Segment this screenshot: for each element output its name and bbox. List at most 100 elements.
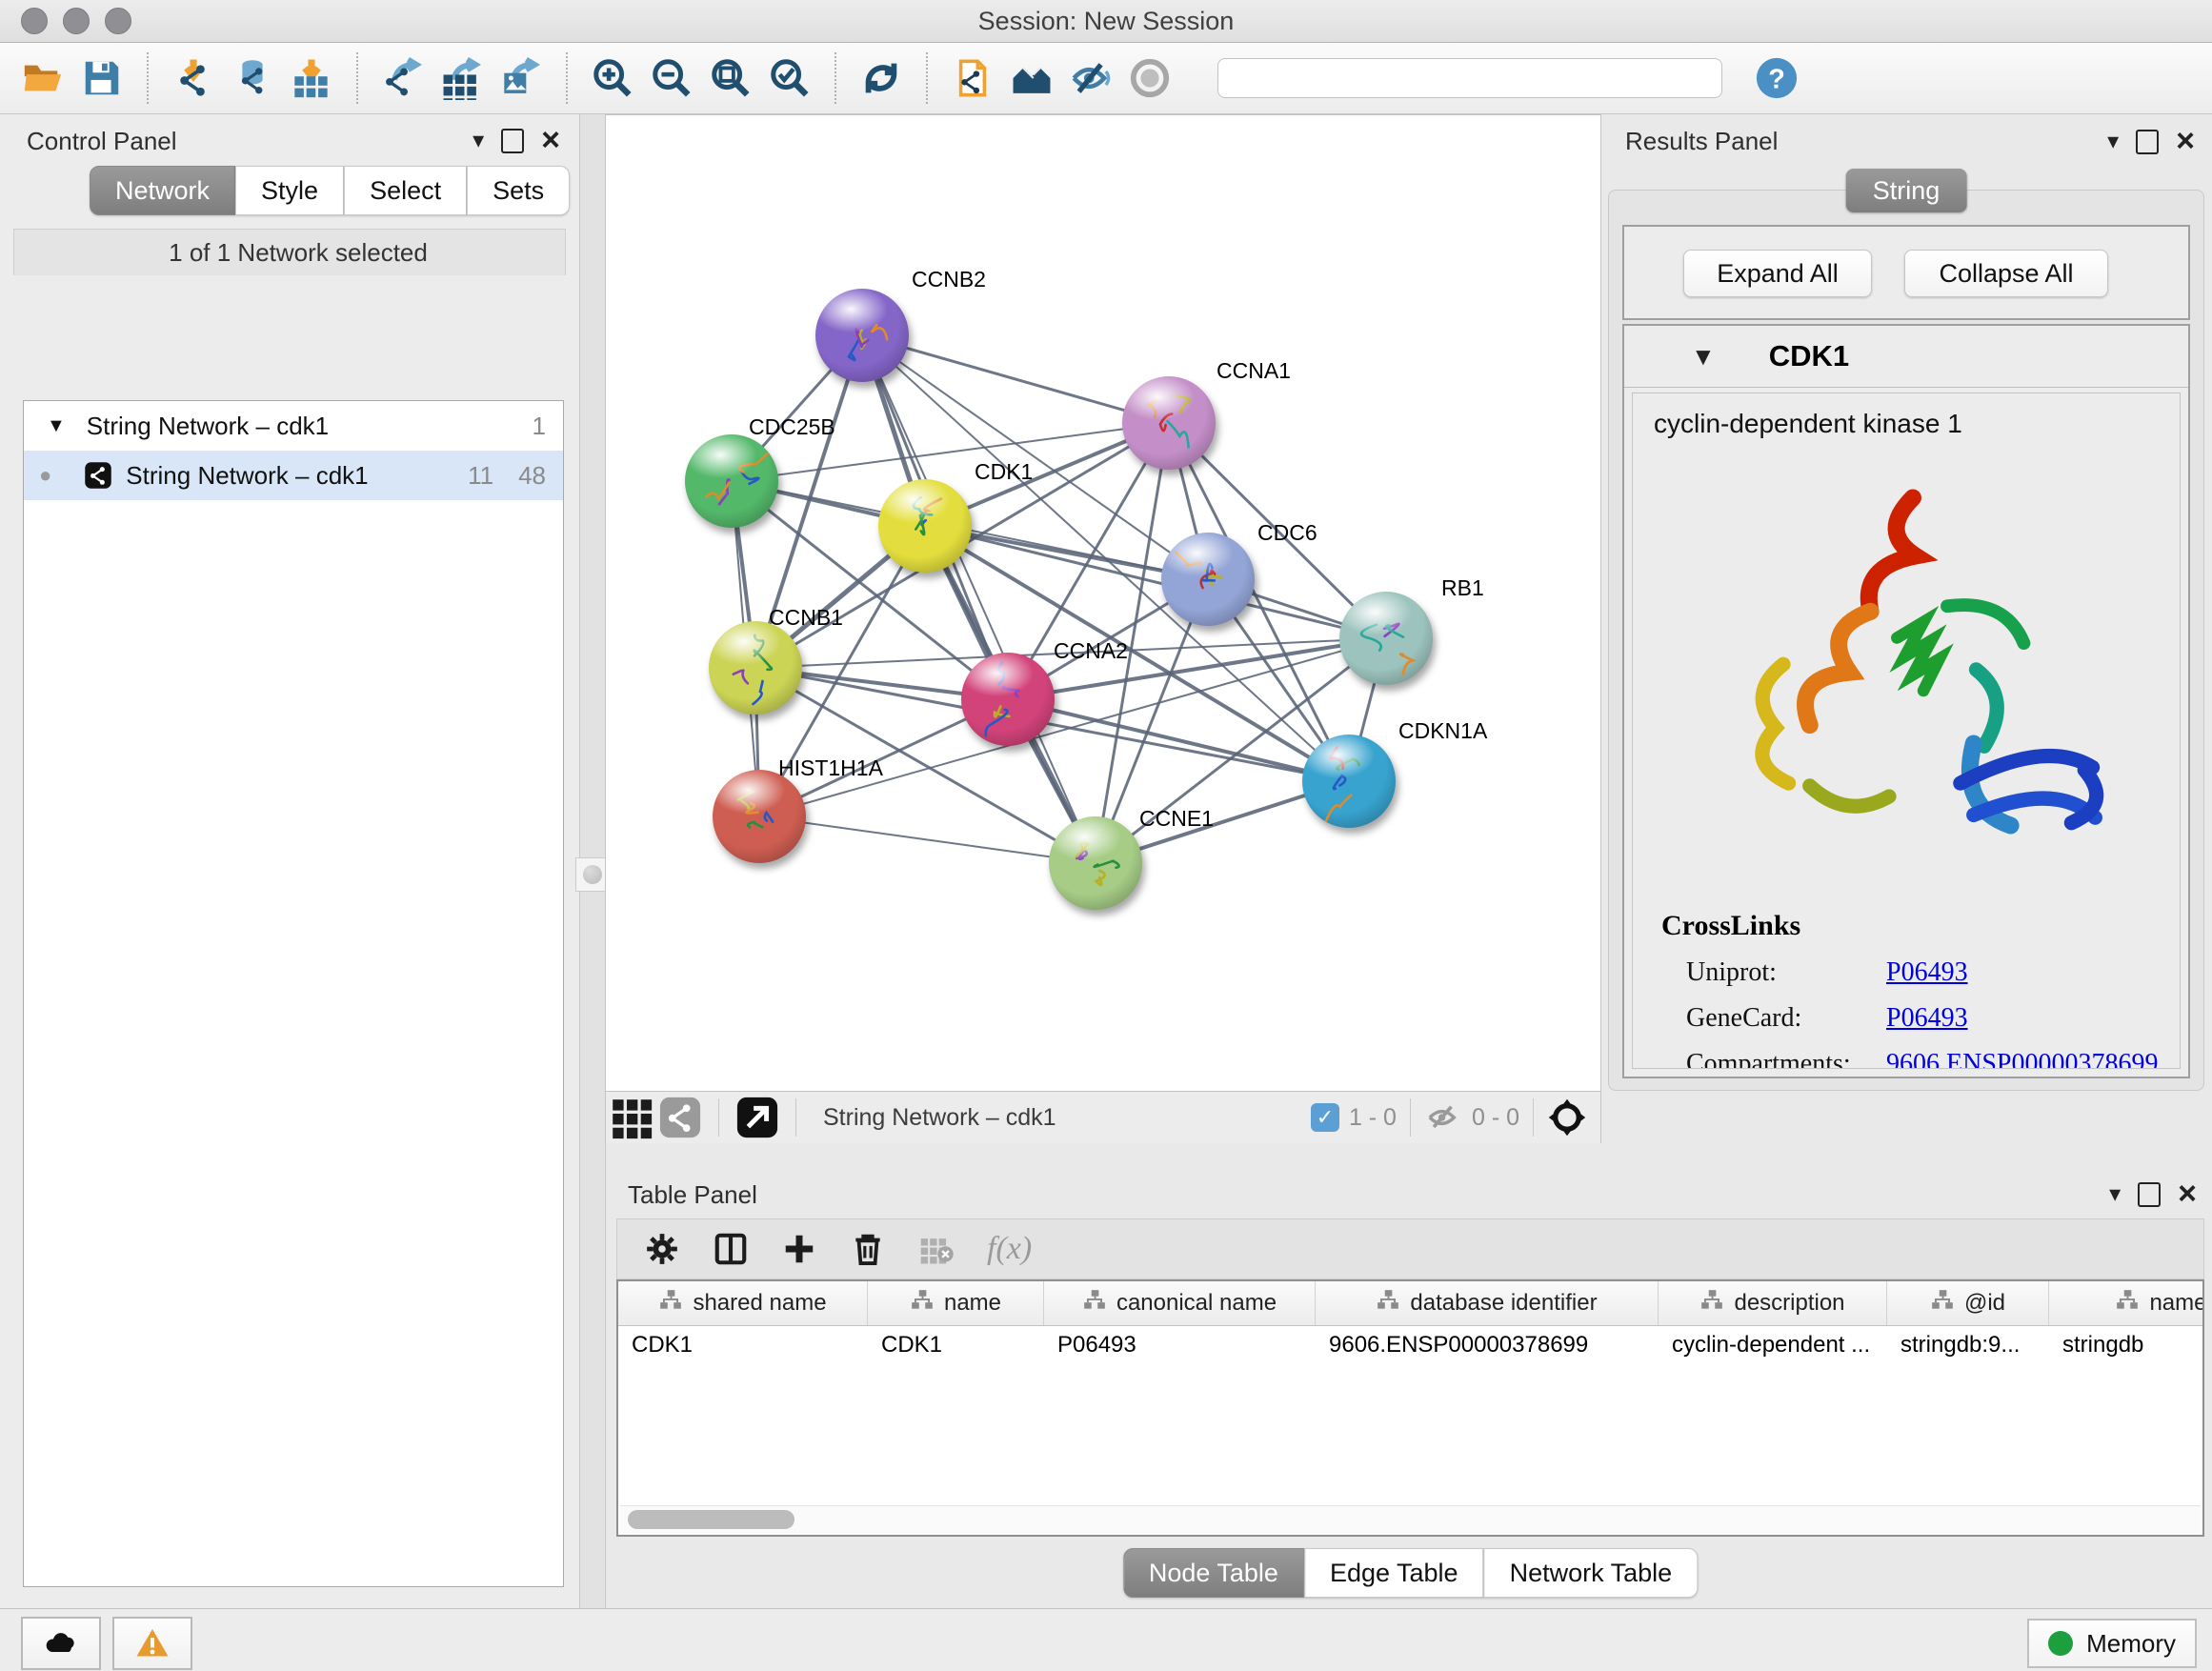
tab-network-table[interactable]: Network Table xyxy=(1484,1548,1699,1598)
expand-all-button[interactable]: Expand All xyxy=(1683,250,1872,297)
collapse-triangle-icon[interactable]: ▼ xyxy=(1691,342,1716,372)
tab-sets[interactable]: Sets xyxy=(467,166,570,215)
show-columns-icon[interactable] xyxy=(713,1231,749,1267)
tab-node-table[interactable]: Node Table xyxy=(1123,1548,1304,1598)
bridgedb-button[interactable] xyxy=(1002,50,1061,107)
open-session-button[interactable] xyxy=(13,50,72,107)
column-header-database-identifier[interactable]: database identifier xyxy=(1316,1281,1659,1325)
table-cell[interactable]: 9606.ENSP00000378699 xyxy=(1316,1326,1659,1368)
network-tree-row[interactable]: ▼ String Network – cdk1 1 xyxy=(24,401,563,451)
export-image-button[interactable] xyxy=(492,50,551,107)
node-CCNA2[interactable] xyxy=(961,653,1055,746)
table-cell[interactable]: stringdb:9... xyxy=(1887,1326,2049,1368)
table-cell[interactable]: stringdb xyxy=(2049,1326,2204,1368)
panel-close-icon[interactable]: × xyxy=(2178,1181,2197,1207)
panel-menu-icon[interactable]: ▾ xyxy=(2107,131,2119,153)
node-CDK1[interactable] xyxy=(878,479,972,573)
detach-view-icon[interactable] xyxy=(733,1089,782,1146)
memory-button[interactable]: Memory xyxy=(2027,1619,2197,1668)
node-CCNB2[interactable] xyxy=(815,289,909,382)
zoom-fit-button[interactable] xyxy=(701,50,760,107)
tab-string[interactable]: String xyxy=(1846,169,1967,212)
network-edge[interactable] xyxy=(759,816,1096,863)
refresh-button[interactable] xyxy=(852,50,911,107)
crosslink-link[interactable]: P06493 xyxy=(1886,957,1968,988)
network-edge[interactable] xyxy=(759,638,1386,816)
warnings-button[interactable] xyxy=(112,1617,192,1670)
add-column-icon[interactable] xyxy=(781,1231,817,1267)
tab-select[interactable]: Select xyxy=(344,166,467,215)
table-cell[interactable]: CDK1 xyxy=(868,1326,1044,1368)
protein-description: cyclin-dependent kinase 1 xyxy=(1654,409,2180,439)
hidden-node-edge-count: 0 - 0 xyxy=(1472,1104,1519,1132)
main-toolbar: ? xyxy=(0,43,2212,114)
node-CDC6[interactable] xyxy=(1161,533,1255,626)
zoom-out-button[interactable] xyxy=(642,50,701,107)
column-header-shared-name[interactable]: shared name xyxy=(618,1281,868,1325)
column-header-description[interactable]: description xyxy=(1659,1281,1887,1325)
table-row[interactable]: CDK1CDK1P064939606.ENSP00000378699cyclin… xyxy=(618,1326,2202,1368)
export-network-button[interactable] xyxy=(373,50,432,107)
crosslink-link[interactable]: P06493 xyxy=(1886,1003,1968,1034)
table-cell[interactable]: CDK1 xyxy=(618,1326,868,1368)
save-session-button[interactable] xyxy=(72,50,131,107)
node-CDC25B[interactable] xyxy=(685,434,778,528)
panel-menu-icon[interactable]: ▾ xyxy=(2109,1183,2121,1206)
panel-float-icon[interactable] xyxy=(501,129,524,153)
share-network-icon[interactable] xyxy=(655,1089,705,1146)
delete-column-icon[interactable] xyxy=(850,1231,886,1267)
node-CCNE1[interactable] xyxy=(1049,816,1142,910)
results-section-title: CDK1 xyxy=(1769,339,1849,373)
node-HIST1H1A[interactable] xyxy=(713,770,806,863)
vertical-splitter[interactable] xyxy=(579,114,606,1608)
scrollbar-thumb[interactable] xyxy=(628,1510,794,1529)
network-tree-row[interactable]: ● String Network – cdk1 11 48 xyxy=(24,451,563,500)
cloud-button[interactable] xyxy=(21,1617,101,1670)
tab-style[interactable]: Style xyxy=(235,166,344,215)
table-horizontal-scrollbar[interactable] xyxy=(620,1505,2201,1533)
results-section-header[interactable]: ▼ CDK1 xyxy=(1624,326,2188,388)
node-CCNA1[interactable] xyxy=(1122,376,1216,470)
zoom-in-button[interactable] xyxy=(583,50,642,107)
network-canvas[interactable]: CCNB2CCNA1CDC25BCDK1CDC6RB1CCNB1CCNA2CDK… xyxy=(606,115,1600,1091)
network-edge[interactable] xyxy=(1008,699,1349,781)
node-CDKN1A[interactable] xyxy=(1302,735,1396,828)
panel-close-icon[interactable]: × xyxy=(2176,129,2195,154)
table-options-gear-icon[interactable] xyxy=(644,1231,680,1267)
tab-network[interactable]: Network xyxy=(90,166,235,215)
panel-float-icon[interactable] xyxy=(2138,1182,2161,1207)
tree-expander-icon[interactable]: ▼ xyxy=(47,415,66,437)
table-tabs: Node TableEdge TableNetwork Table xyxy=(1123,1548,1698,1598)
column-header-@id[interactable]: @id xyxy=(1887,1281,2049,1325)
panel-float-icon[interactable] xyxy=(2136,130,2159,154)
help-button[interactable]: ? xyxy=(1747,50,1806,107)
node-RB1[interactable] xyxy=(1339,592,1433,685)
node-CCNB1[interactable] xyxy=(709,621,802,715)
panel-close-icon[interactable]: × xyxy=(541,128,560,153)
zoom-selected-button[interactable] xyxy=(760,50,819,107)
import-network-from-file-button[interactable] xyxy=(164,50,223,107)
table-cell[interactable]: cyclin-dependent ... xyxy=(1659,1326,1887,1368)
import-network-from-database-button[interactable] xyxy=(223,50,282,107)
export-table-button[interactable] xyxy=(432,50,492,107)
panel-menu-icon[interactable]: ▾ xyxy=(473,130,484,152)
results-panel: Results Panel ▾ × String Expand All Coll… xyxy=(1608,127,2204,1106)
selected-checkbox[interactable]: ✓ xyxy=(1311,1103,1339,1132)
collapse-all-button[interactable]: Collapse All xyxy=(1904,250,2108,297)
hide-toggle-button[interactable] xyxy=(1061,50,1120,107)
network-edge[interactable] xyxy=(862,335,1096,863)
import-table-from-file-button[interactable] xyxy=(282,50,341,107)
results-section-content: cyclin-dependent kinase 1 xyxy=(1632,393,2181,1069)
grid-view-icon[interactable] xyxy=(606,1089,655,1146)
birds-eye-crosshair-icon[interactable] xyxy=(1547,1097,1587,1137)
string-import-button[interactable] xyxy=(943,50,1002,107)
network-view-toolbar: String Network – cdk1 ✓ 1 - 0 0 - 0 xyxy=(606,1091,1600,1143)
column-header-namespace[interactable]: namespace xyxy=(2049,1281,2204,1325)
crosslink-link[interactable]: 9606.ENSP00000378699 xyxy=(1886,1049,2158,1069)
column-header-name[interactable]: name xyxy=(868,1281,1044,1325)
search-input[interactable] xyxy=(1217,58,1722,98)
control-panel-title: Control Panel xyxy=(27,127,177,156)
table-cell[interactable]: P06493 xyxy=(1044,1326,1316,1368)
tab-edge-table[interactable]: Edge Table xyxy=(1304,1548,1484,1598)
column-header-canonical-name[interactable]: canonical name xyxy=(1044,1281,1316,1325)
